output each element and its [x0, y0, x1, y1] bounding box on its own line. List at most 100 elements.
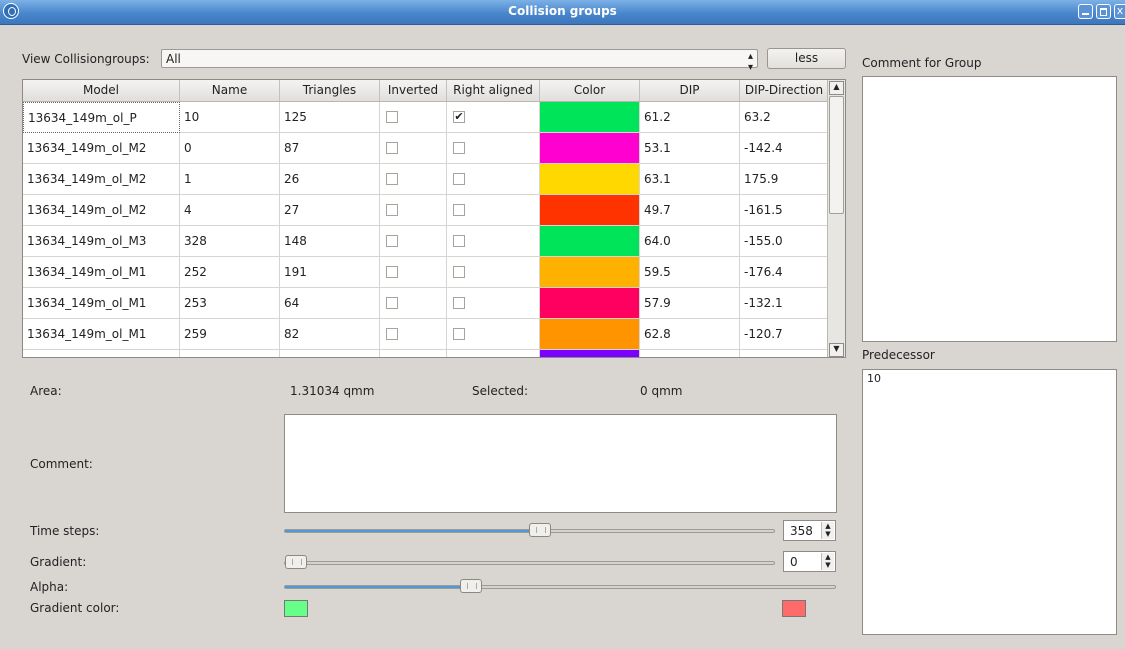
cell-dip[interactable]: 23.9: [640, 350, 740, 357]
inverted-checkbox[interactable]: [386, 297, 398, 309]
cell-inverted[interactable]: [380, 319, 447, 350]
scroll-up-icon[interactable]: ▲: [829, 81, 844, 95]
cell-color[interactable]: [540, 195, 640, 226]
right-aligned-checkbox[interactable]: [453, 297, 465, 309]
cell-name[interactable]: 10: [180, 102, 280, 133]
cell-dip[interactable]: 64.0: [640, 226, 740, 257]
cell-model[interactable]: 13634_149m_ol_M1: [23, 257, 180, 288]
table-row[interactable]: 13634_149m_ol_M2 4 27 49.7 -161.5: [23, 195, 829, 226]
color-swatch[interactable]: [540, 226, 639, 256]
cell-color[interactable]: [540, 164, 640, 195]
alpha-handle[interactable]: [460, 579, 482, 593]
cell-inverted[interactable]: [380, 226, 447, 257]
column-header[interactable]: Name: [180, 80, 280, 101]
column-header[interactable]: Inverted: [380, 80, 447, 101]
cell-model[interactable]: 13634_149m_ol_M2: [23, 164, 180, 195]
table-row[interactable]: 13634_149m_ol_M2 1 26 63.1 175.9: [23, 164, 829, 195]
gradient-spinbox[interactable]: 0 ▲ ▼: [783, 551, 836, 572]
cell-dip-direction[interactable]: 175.9: [740, 164, 829, 195]
inverted-checkbox[interactable]: [386, 173, 398, 185]
cell-name[interactable]: 253: [180, 288, 280, 319]
cell-dip[interactable]: 61.2: [640, 102, 740, 133]
cell-color[interactable]: [540, 102, 640, 133]
cell-color[interactable]: [540, 226, 640, 257]
column-header[interactable]: Color: [540, 80, 640, 101]
cell-color[interactable]: [540, 319, 640, 350]
column-header[interactable]: Triangles: [280, 80, 380, 101]
cell-inverted[interactable]: [380, 164, 447, 195]
cell-model[interactable]: 13634_149m_ol_M2: [23, 195, 180, 226]
cell-triangles[interactable]: 27: [280, 195, 380, 226]
cell-triangles[interactable]: 125: [280, 102, 380, 133]
maximize-icon[interactable]: [1096, 4, 1111, 19]
cell-right-aligned[interactable]: [447, 164, 540, 195]
predecessor-textarea[interactable]: 10: [862, 369, 1117, 635]
cell-dip-direction[interactable]: -132.1: [740, 288, 829, 319]
cell-dip[interactable]: 59.5: [640, 257, 740, 288]
cell-dip[interactable]: 53.1: [640, 133, 740, 164]
scroll-down-icon[interactable]: ▼: [829, 343, 844, 357]
cell-right-aligned[interactable]: [447, 226, 540, 257]
cell-dip[interactable]: 62.8: [640, 319, 740, 350]
cell-inverted[interactable]: [380, 195, 447, 226]
cell-inverted[interactable]: [380, 288, 447, 319]
table-row[interactable]: 13634_149m_ol_P 10 125 ✔ 61.2 63.2: [23, 102, 829, 133]
color-swatch[interactable]: [540, 164, 639, 194]
color-swatch[interactable]: [540, 350, 639, 357]
time-steps-spinbox[interactable]: 358 ▲ ▼: [783, 520, 836, 541]
cell-inverted[interactable]: [380, 133, 447, 164]
cell-dip-direction[interactable]: -155.0: [740, 226, 829, 257]
cell-model[interactable]: 13634_149m_ol_P: [23, 102, 180, 133]
inverted-checkbox[interactable]: [386, 235, 398, 247]
color-swatch[interactable]: [540, 102, 639, 132]
right-aligned-checkbox[interactable]: [453, 173, 465, 185]
cell-right-aligned[interactable]: [447, 288, 540, 319]
cell-dip[interactable]: 63.1: [640, 164, 740, 195]
table-scrollbar[interactable]: ▲ ▼: [827, 80, 845, 357]
spin-arrows-icon[interactable]: ▲ ▼: [821, 522, 834, 539]
cell-name[interactable]: 0: [180, 133, 280, 164]
table-row[interactable]: 13634_149m_ol_M2 0 87 53.1 -142.4: [23, 133, 829, 164]
cell-model[interactable]: 13634_149m_ol_M2: [23, 133, 180, 164]
spin-arrows-icon[interactable]: ▲ ▼: [821, 553, 834, 570]
cell-name[interactable]: 328: [180, 226, 280, 257]
minimize-icon[interactable]: [1078, 4, 1093, 19]
cell-inverted[interactable]: [380, 257, 447, 288]
gradient-slider[interactable]: [284, 555, 775, 569]
gradient-handle[interactable]: [285, 555, 307, 569]
cell-right-aligned[interactable]: [447, 195, 540, 226]
cell-triangles[interactable]: 148: [280, 226, 380, 257]
cell-dip-direction[interactable]: -142.4: [740, 133, 829, 164]
color-swatch[interactable]: [540, 288, 639, 318]
comment-textarea[interactable]: [284, 414, 837, 513]
right-aligned-checkbox[interactable]: [453, 235, 465, 247]
cell-triangles[interactable]: 191: [280, 257, 380, 288]
cell-triangles[interactable]: 87: [280, 133, 380, 164]
less-button[interactable]: less: [767, 48, 846, 69]
color-swatch[interactable]: [540, 195, 639, 225]
right-aligned-checkbox[interactable]: [453, 266, 465, 278]
cell-dip-direction[interactable]: -176.4: [740, 257, 829, 288]
color-swatch[interactable]: [540, 257, 639, 287]
time-steps-handle[interactable]: [529, 523, 551, 537]
right-aligned-checkbox[interactable]: [453, 142, 465, 154]
right-aligned-checkbox[interactable]: [453, 328, 465, 340]
inverted-checkbox[interactable]: [386, 328, 398, 340]
cell-right-aligned[interactable]: [447, 319, 540, 350]
table-row[interactable]: 13634_149m_ol_M1 252 191 59.5 -176.4: [23, 257, 829, 288]
color-swatch[interactable]: [540, 133, 639, 163]
cell-name[interactable]: 252: [180, 257, 280, 288]
cell-dip[interactable]: 49.7: [640, 195, 740, 226]
cell-right-aligned[interactable]: [447, 133, 540, 164]
right-aligned-checkbox[interactable]: [453, 204, 465, 216]
cell-dip-direction[interactable]: -161.5: [740, 195, 829, 226]
cell-color[interactable]: [540, 288, 640, 319]
column-header[interactable]: Right aligned: [447, 80, 540, 101]
collisiongroups-select[interactable]: All ▴ ▾: [161, 49, 758, 73]
cell-name[interactable]: 4: [180, 195, 280, 226]
cell-right-aligned[interactable]: [447, 350, 540, 357]
color-swatch[interactable]: [540, 319, 639, 349]
column-header[interactable]: DIP: [640, 80, 740, 101]
cell-triangles[interactable]: 26: [280, 164, 380, 195]
column-header[interactable]: Model: [23, 80, 180, 101]
